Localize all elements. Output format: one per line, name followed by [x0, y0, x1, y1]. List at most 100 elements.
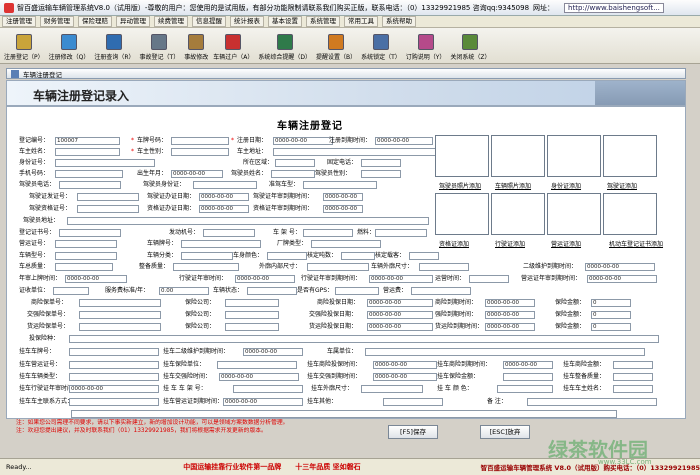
field-input[interactable]: 0000-00-00: [485, 299, 535, 307]
field-input[interactable]: [55, 159, 155, 167]
toolbar-button-6[interactable]: 系统综合提醒（D）: [258, 34, 311, 63]
field-input[interactable]: 0000-00-00: [199, 193, 249, 201]
toolbar-button-1[interactable]: 注册修改（Q）: [49, 34, 89, 63]
field-input[interactable]: [275, 159, 315, 167]
field-input[interactable]: 0000-00-00: [235, 275, 295, 283]
field-input[interactable]: [383, 398, 443, 406]
field-input[interactable]: [233, 385, 303, 393]
field-input[interactable]: [69, 373, 159, 381]
menu-tools[interactable]: 常用工具: [344, 16, 378, 27]
photo-link-4[interactable]: 资格证添加: [439, 239, 469, 248]
cancel-button[interactable]: [ESC]放弃: [480, 425, 530, 439]
field-input[interactable]: 0000-00-00: [373, 373, 437, 381]
field-input[interactable]: 0000-00-00: [243, 348, 303, 356]
toolbar-button-7[interactable]: 提醒设置（B）: [316, 34, 356, 63]
field-input[interactable]: 100007: [55, 137, 120, 145]
field-input[interactable]: [181, 252, 233, 260]
field-input[interactable]: 0000-00-00: [223, 398, 303, 406]
field-input[interactable]: [497, 385, 553, 393]
photo-link-3[interactable]: 驾驶证添加: [607, 181, 637, 190]
field-input[interactable]: [55, 240, 117, 248]
field-input[interactable]: [375, 229, 427, 237]
toolbar-button-4[interactable]: 事故修改: [184, 34, 208, 63]
field-input[interactable]: 0000-00-00: [323, 193, 363, 201]
field-input[interactable]: [53, 287, 89, 295]
field-input[interactable]: 0: [591, 299, 631, 307]
field-input[interactable]: [419, 263, 469, 271]
field-input[interactable]: [69, 348, 159, 356]
field-input[interactable]: 0000-00-00: [367, 299, 433, 307]
field-input[interactable]: [55, 252, 117, 260]
field-input[interactable]: [59, 229, 121, 237]
field-input[interactable]: 0000-00-00: [69, 385, 159, 393]
field-input[interactable]: [203, 229, 255, 237]
field-input[interactable]: [69, 335, 659, 343]
url-link[interactable]: http://www.baishengsoft...: [564, 2, 664, 13]
field-input[interactable]: 0000-00-00: [273, 137, 333, 145]
field-input[interactable]: [55, 170, 123, 178]
photo-link-5[interactable]: 行驶证添加: [495, 239, 525, 248]
field-input[interactable]: [77, 193, 139, 201]
toolbar-button-2[interactable]: 注册查询（R）: [94, 34, 135, 63]
save-button[interactable]: [F5]保存: [388, 425, 438, 439]
field-input[interactable]: 0000-00-00: [65, 275, 127, 283]
menu-system[interactable]: 系统管理: [306, 16, 340, 27]
toolbar-button-10[interactable]: 关闭系统（Z）: [450, 34, 491, 63]
field-input[interactable]: [365, 348, 645, 356]
photo-link-6[interactable]: 营运证添加: [551, 239, 581, 248]
menu-register[interactable]: 注册管理: [2, 16, 36, 27]
field-input[interactable]: 0000-00-00: [367, 323, 433, 331]
remarks-input[interactable]: [71, 410, 617, 418]
field-input[interactable]: [69, 398, 159, 406]
photo-link-7[interactable]: 机动车登记证书添加: [609, 239, 663, 248]
menu-finance[interactable]: 财务管理: [40, 16, 74, 27]
toolbar-button-9[interactable]: 订购说明（Y）: [406, 34, 445, 63]
field-input[interactable]: [409, 252, 439, 260]
field-input[interactable]: [77, 205, 139, 213]
menu-change[interactable]: 异动管理: [116, 16, 150, 27]
field-input[interactable]: [411, 287, 471, 295]
field-input[interactable]: 0000-00-00: [369, 275, 433, 283]
field-input[interactable]: [613, 361, 653, 369]
field-input[interactable]: [267, 252, 307, 260]
field-input[interactable]: 0000-00-00: [171, 170, 223, 178]
toolbar-button-0[interactable]: 注册登记（P）: [4, 34, 44, 63]
field-input[interactable]: [173, 263, 239, 271]
menu-reports[interactable]: 统计报表: [230, 16, 264, 27]
field-input[interactable]: 0000-00-00: [323, 205, 363, 213]
field-input[interactable]: [171, 137, 229, 145]
field-input[interactable]: [341, 252, 375, 260]
field-input[interactable]: [307, 263, 369, 271]
field-input[interactable]: 0000-00-00: [585, 263, 655, 271]
field-input[interactable]: 0000-00-00: [199, 205, 249, 213]
field-input[interactable]: [55, 263, 113, 271]
menu-help[interactable]: 系统帮助: [382, 16, 416, 27]
field-input[interactable]: [59, 181, 121, 189]
field-input[interactable]: 0000-00-00: [219, 373, 299, 381]
field-input[interactable]: [613, 373, 653, 381]
field-input[interactable]: [361, 385, 423, 393]
field-input[interactable]: [503, 373, 553, 381]
photo-link-0[interactable]: 驾驶员照片添加: [439, 181, 481, 190]
field-input[interactable]: 0000-00-00: [587, 275, 657, 283]
field-input[interactable]: [225, 299, 279, 307]
field-input[interactable]: [79, 299, 161, 307]
menu-insurance[interactable]: 保险理赔: [78, 16, 112, 27]
field-input[interactable]: 0000-00-00: [485, 323, 535, 331]
toolbar-button-5[interactable]: 车辆过户（A）: [213, 34, 253, 63]
menu-renewal[interactable]: 续费管理: [154, 16, 188, 27]
field-input[interactable]: [193, 181, 257, 189]
field-input[interactable]: [225, 311, 279, 319]
photo-link-1[interactable]: 车辆照片添加: [495, 181, 531, 190]
field-input[interactable]: 0: [591, 311, 631, 319]
field-input[interactable]: [225, 323, 279, 331]
field-input[interactable]: 0000-00-00: [375, 137, 433, 145]
field-input[interactable]: [55, 148, 120, 156]
field-input[interactable]: [79, 323, 161, 331]
field-input[interactable]: [361, 170, 401, 178]
field-input[interactable]: [217, 361, 297, 369]
field-input[interactable]: [311, 240, 381, 248]
field-input[interactable]: [469, 275, 509, 283]
field-input[interactable]: [271, 170, 315, 178]
toolbar-button-3[interactable]: 事故登记（T）: [140, 34, 179, 63]
